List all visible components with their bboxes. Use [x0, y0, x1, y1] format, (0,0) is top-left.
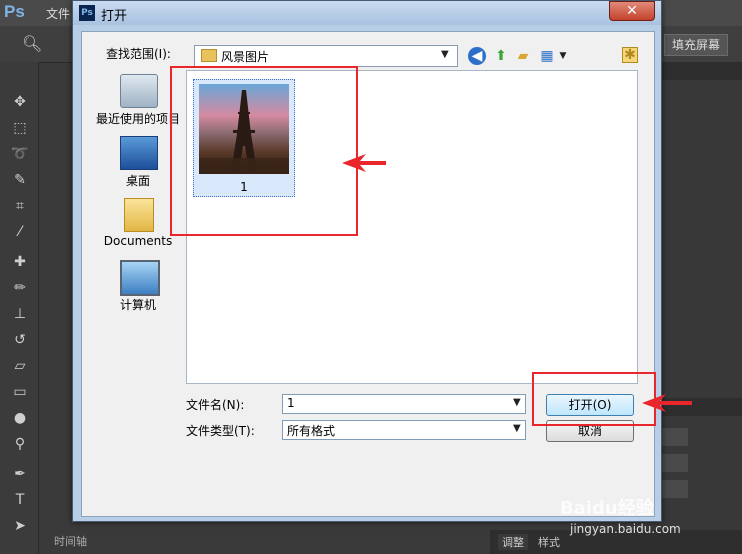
ps-toolbar: ✥ ⬚ ➰ ✎ ⌗ ⁄ ✚ ✏ ⊥ ↺ ▱ ▭ ● ⚲ ✒ T ➤ — [0, 62, 39, 554]
tab-timeline[interactable]: 时间轴 — [54, 533, 87, 549]
place-label: 最近使用的项目 — [95, 112, 180, 126]
dodge-icon[interactable]: ⚲ — [10, 434, 30, 454]
favorites-folder-icon[interactable]: ✱ — [622, 47, 638, 63]
menu-file[interactable]: 文件 — [46, 5, 70, 22]
computer-icon — [120, 260, 160, 296]
highlight-box-open-button — [532, 372, 656, 426]
panel-header — [660, 62, 742, 80]
history-brush-icon[interactable]: ↺ — [10, 330, 30, 350]
open-dialog: Ps 打开 ✕ 查找范围(I): 风景图片 ▼ ◀ ⬆ ▰ ▦ ▼ ✱ 最近使用… — [72, 0, 662, 522]
place-label: 计算机 — [119, 298, 156, 312]
healing-brush-icon[interactable]: ✚ — [10, 252, 30, 272]
watermark-brand: Baidu经验 — [560, 498, 654, 519]
filename-value: 1 — [287, 396, 295, 410]
filetype-value: 所有格式 — [287, 424, 336, 438]
gradient-icon[interactable]: ▭ — [10, 382, 30, 402]
highlight-box-file — [170, 66, 358, 236]
photoshop-app-icon: Ps — [79, 5, 95, 21]
place-label: 桌面 — [125, 174, 150, 188]
filename-label: 文件名(N): — [186, 398, 245, 412]
filetype-label: 文件类型(T): — [186, 424, 255, 438]
filetype-select[interactable]: 所有格式 ▼ — [282, 420, 526, 440]
pen-tool-icon[interactable]: ✒ — [10, 464, 30, 484]
new-folder-icon[interactable]: ▰ — [514, 47, 532, 65]
filename-input[interactable]: 1 ▼ — [282, 394, 526, 414]
recent-items-icon — [120, 74, 158, 108]
brush-tool-icon[interactable]: ✏ — [10, 278, 30, 298]
desktop-icon — [120, 136, 158, 170]
tab-style[interactable]: 样式 — [538, 534, 560, 550]
panel-swatch — [662, 454, 688, 472]
place-computer[interactable]: 计算机 — [94, 260, 182, 318]
lasso-tool-icon[interactable]: ➰ — [10, 144, 30, 164]
place-recent[interactable]: 最近使用的项目 — [94, 74, 182, 132]
chevron-down-icon[interactable]: ▼ — [513, 423, 521, 434]
dialog-titlebar[interactable]: Ps 打开 ✕ — [73, 1, 661, 25]
documents-folder-icon — [124, 198, 154, 232]
type-tool-icon[interactable]: T — [10, 490, 30, 510]
panel-swatch — [662, 428, 688, 446]
tab-adjust[interactable]: 调整 — [498, 534, 528, 550]
arrow-left-annotation-icon — [342, 154, 386, 172]
panel-swatch — [662, 480, 688, 498]
fill-screen-button[interactable]: 填充屏幕 — [664, 34, 728, 56]
arrow-left-annotation-icon — [642, 394, 692, 412]
path-select-icon[interactable]: ➤ — [10, 516, 30, 536]
up-folder-icon[interactable]: ⬆ — [492, 47, 510, 65]
photoshop-logo: Ps — [4, 2, 25, 21]
move-tool-icon[interactable]: ✥ — [10, 92, 30, 112]
lookin-label: 查找范围(I): — [106, 47, 171, 61]
close-icon[interactable]: ✕ — [609, 1, 655, 21]
place-documents[interactable]: Documents — [94, 198, 182, 256]
folder-icon — [201, 49, 217, 62]
eyedropper-icon[interactable]: ⁄ — [10, 222, 30, 242]
marquee-tool-icon[interactable]: ⬚ — [10, 118, 30, 138]
watermark-url: jingyan.baidu.com — [570, 522, 681, 536]
ps-right-panel — [660, 62, 742, 554]
place-desktop[interactable]: 桌面 — [94, 136, 182, 194]
back-icon[interactable]: ◀ — [468, 47, 486, 65]
view-dropdown-icon[interactable]: ▼ — [554, 47, 572, 65]
clone-stamp-icon[interactable]: ⊥ — [10, 304, 30, 324]
chevron-down-icon[interactable]: ▼ — [513, 397, 521, 408]
crop-tool-icon[interactable]: ⌗ — [10, 196, 30, 216]
chevron-down-icon[interactable]: ▼ — [441, 49, 449, 60]
eraser-icon[interactable]: ▱ — [10, 356, 30, 376]
lookin-value: 风景图片 — [221, 50, 270, 64]
quick-select-icon[interactable]: ✎ — [10, 170, 30, 190]
dialog-title: 打开 — [101, 9, 128, 24]
lookin-select[interactable]: 风景图片 ▼ — [194, 45, 458, 67]
place-label: Documents — [103, 234, 173, 248]
places-bar: 最近使用的项目 桌面 Documents 计算机 — [94, 70, 182, 458]
dialog-body: 查找范围(I): 风景图片 ▼ ◀ ⬆ ▰ ▦ ▼ ✱ 最近使用的项目 桌面 D… — [81, 31, 655, 517]
blur-icon[interactable]: ● — [10, 408, 30, 428]
zoom-icon[interactable]: 🔍︎ — [22, 34, 42, 53]
